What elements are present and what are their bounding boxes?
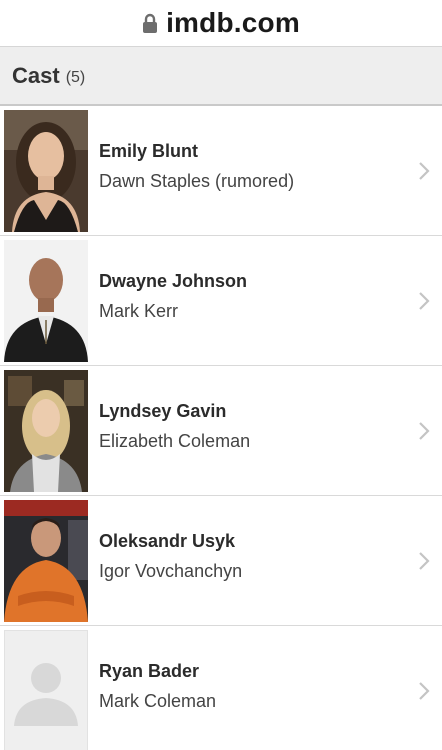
browser-url-bar[interactable]: imdb.com — [0, 0, 442, 46]
lock-icon — [142, 13, 158, 33]
cast-row[interactable]: Emily Blunt Dawn Staples (rumored) — [0, 106, 442, 236]
url-display[interactable]: imdb.com — [142, 7, 300, 39]
cast-title: Cast — [12, 62, 60, 88]
actor-photo — [4, 370, 88, 492]
character-name: Igor Vovchanchyn — [99, 561, 243, 581]
actor-name[interactable]: Emily Blunt — [99, 140, 294, 162]
cast-count: (5) — [65, 68, 86, 86]
actor-name[interactable]: Lyndsey Gavin — [99, 400, 250, 422]
cast-row[interactable]: Ryan Bader Mark Coleman — [0, 626, 442, 750]
actor-name[interactable]: Ryan Bader — [99, 660, 216, 682]
actor-photo — [4, 240, 88, 362]
actor-photo — [4, 500, 88, 622]
cast-row[interactable]: Dwayne Johnson Mark Kerr — [0, 236, 442, 366]
cast-section-header: Cast (5) — [0, 46, 442, 106]
cast-row[interactable]: Lyndsey Gavin Elizabeth Coleman — [0, 366, 442, 496]
actor-name[interactable]: Dwayne Johnson — [99, 270, 247, 292]
chevron-right-icon — [419, 292, 430, 310]
chevron-right-icon — [419, 162, 430, 180]
actor-photo — [4, 110, 88, 232]
cast-row[interactable]: Oleksandr Usyk Igor Vovchanchyn — [0, 496, 442, 626]
chevron-right-icon — [419, 552, 430, 570]
actor-name[interactable]: Oleksandr Usyk — [99, 530, 242, 552]
character-name: Dawn Staples (rumored) — [99, 171, 295, 191]
cast-list: Emily Blunt Dawn Staples (rumored) Dwayn… — [0, 106, 442, 750]
url-text: imdb.com — [166, 7, 300, 38]
chevron-right-icon — [419, 422, 430, 440]
placeholder-avatar — [4, 630, 88, 750]
chevron-right-icon — [419, 682, 430, 700]
character-name: Mark Coleman — [99, 691, 217, 711]
character-name: Elizabeth Coleman — [99, 431, 251, 451]
character-name: Mark Kerr — [99, 301, 179, 321]
